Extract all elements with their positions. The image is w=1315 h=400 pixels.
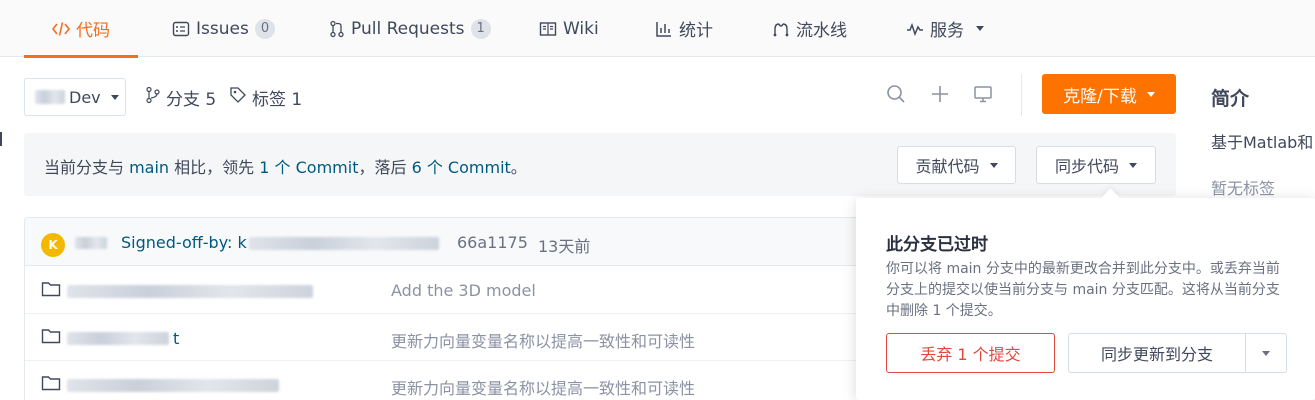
intro-heading: 简介 — [1211, 88, 1250, 110]
tab-label: 统计 — [679, 21, 713, 41]
left-edge-fragment — [0, 132, 4, 146]
branch-icon — [145, 86, 161, 109]
pipeline-icon — [772, 20, 790, 38]
clone-download-label: 克隆/下载 — [1063, 86, 1137, 107]
monitor-icon — [973, 84, 993, 108]
clone-download-button[interactable]: 克隆/下载 — [1042, 74, 1176, 114]
branches-count: 分支 5 — [166, 89, 217, 110]
popover-description: 你可以将 main 分支中的最新更改合并到此分支中。或丢弃当前分支上的提交以使当… — [886, 261, 1280, 319]
tab-pull-requests[interactable]: Pull Requests 1 — [329, 0, 491, 57]
commit-sha-link[interactable]: 66a1175 — [457, 233, 528, 252]
popover-title: 此分支已过时 — [886, 235, 988, 255]
stats-icon — [655, 20, 673, 38]
tab-issues[interactable]: Issues 0 — [172, 0, 276, 57]
redacted-file-name — [67, 331, 169, 345]
behind-commits-link[interactable]: 6 个 Commit — [412, 158, 511, 177]
pull-requests-count-badge: 1 — [470, 18, 491, 39]
add-file-button[interactable] — [928, 84, 952, 108]
folder-icon — [41, 327, 61, 349]
compare-mid-text: 相比，领先 — [169, 158, 260, 177]
no-tags-text: 暂无标签 — [1211, 179, 1276, 198]
service-icon — [906, 20, 924, 38]
tab-label: Issues — [196, 18, 249, 39]
tab-pipeline[interactable]: 流水线 — [772, 0, 847, 57]
sync-options-dropdown[interactable] — [1246, 334, 1286, 372]
branch-compare-banner: 当前分支与 main 相比，领先 1 个 Commit，落后 6 个 Commi… — [24, 133, 1176, 196]
commit-message-text: Signed-off-by: k — [121, 233, 247, 252]
folder-name-link[interactable] — [67, 376, 283, 394]
tab-label: 流水线 — [796, 21, 847, 41]
folder-icon — [41, 280, 61, 302]
issues-count-badge: 0 — [254, 18, 276, 39]
compare-mid-text: ，落后 — [358, 158, 412, 177]
chevron-down-icon — [1129, 162, 1137, 168]
tab-wiki[interactable]: Wiki — [539, 0, 599, 57]
file-commit-message[interactable]: Add the 3D model — [391, 281, 536, 300]
file-commit-message[interactable]: 更新力向量变量名称以提高一致性和可读性 — [391, 328, 695, 352]
tab-label: 代码 — [76, 21, 110, 41]
branch-name: Dev — [69, 87, 101, 107]
chevron-down-icon — [989, 162, 998, 168]
tab-label: Pull Requests — [351, 18, 465, 39]
tab-stats[interactable]: 统计 — [655, 0, 713, 57]
chevron-down-icon — [976, 26, 984, 31]
folder-name-link[interactable]: t — [67, 328, 180, 348]
wiki-icon — [539, 20, 557, 38]
toolbar-divider — [1021, 74, 1022, 116]
folder-icon — [41, 374, 61, 396]
sync-to-branch-button[interactable]: 同步更新到分支 — [1069, 334, 1246, 372]
folder-name-link[interactable] — [67, 282, 317, 300]
file-commit-message[interactable]: 更新力向量变量名称以提高一致性和可读性 — [391, 375, 695, 399]
issues-icon — [172, 20, 190, 38]
redacted-commit-email — [248, 237, 439, 250]
commit-message-link[interactable]: Signed-off-by: k — [121, 233, 439, 252]
sync-to-branch-button-group: 同步更新到分支 — [1068, 333, 1287, 373]
compare-status-text: 当前分支与 main 相比，领先 1 个 Commit，落后 6 个 Commi… — [44, 154, 527, 178]
search-file-button[interactable] — [884, 84, 908, 108]
tags-count: 标签 1 — [252, 89, 303, 110]
branches-link[interactable]: 分支 5 — [145, 86, 217, 110]
search-icon — [886, 84, 906, 108]
tags-link[interactable]: 标签 1 — [229, 86, 303, 110]
redacted-file-name — [67, 378, 279, 392]
web-ide-button[interactable] — [971, 84, 995, 108]
sync-popover: 此分支已过时 你可以将 main 分支中的最新更改合并到此分支中。或丢弃当前分支… — [856, 198, 1315, 400]
tab-services[interactable]: 服务 — [906, 0, 984, 57]
pull-request-icon — [329, 20, 345, 38]
contribute-code-button[interactable]: 贡献代码 — [897, 146, 1016, 184]
redacted-file-name — [67, 284, 313, 298]
compare-suffix: 。 — [510, 158, 527, 177]
tag-icon — [229, 86, 247, 109]
chevron-down-icon — [110, 94, 119, 100]
sync-code-label: 同步代码 — [1054, 157, 1119, 176]
chevron-down-icon — [1146, 91, 1155, 97]
repo-description: 基于Matlab和 — [1211, 133, 1314, 152]
chevron-down-icon — [1262, 350, 1270, 356]
redacted-branch-prefix — [35, 90, 65, 104]
branch-select[interactable]: Dev — [24, 78, 126, 116]
tab-label: 服务 — [930, 21, 964, 41]
tab-code[interactable]: 代码 — [24, 0, 138, 58]
redacted-author — [75, 237, 107, 249]
discard-commits-button[interactable]: 丢弃 1 个提交 — [886, 333, 1055, 373]
plus-icon — [930, 84, 950, 108]
avatar[interactable]: K — [41, 233, 65, 257]
code-icon — [52, 20, 70, 38]
base-branch-link[interactable]: main — [129, 158, 169, 177]
sync-code-button[interactable]: 同步代码 — [1036, 146, 1156, 184]
ahead-commits-link[interactable]: 1 个 Commit — [259, 158, 358, 177]
contribute-code-label: 贡献代码 — [915, 157, 980, 176]
commit-time: 13天前 — [538, 237, 591, 256]
tab-label: Wiki — [563, 18, 599, 39]
repo-nav-tabs: 代码 Issues 0 Pull Requests 1 Wiki 统计 流水线 — [0, 0, 1315, 58]
compare-prefix: 当前分支与 — [44, 158, 130, 177]
file-name-text: t — [173, 328, 180, 348]
